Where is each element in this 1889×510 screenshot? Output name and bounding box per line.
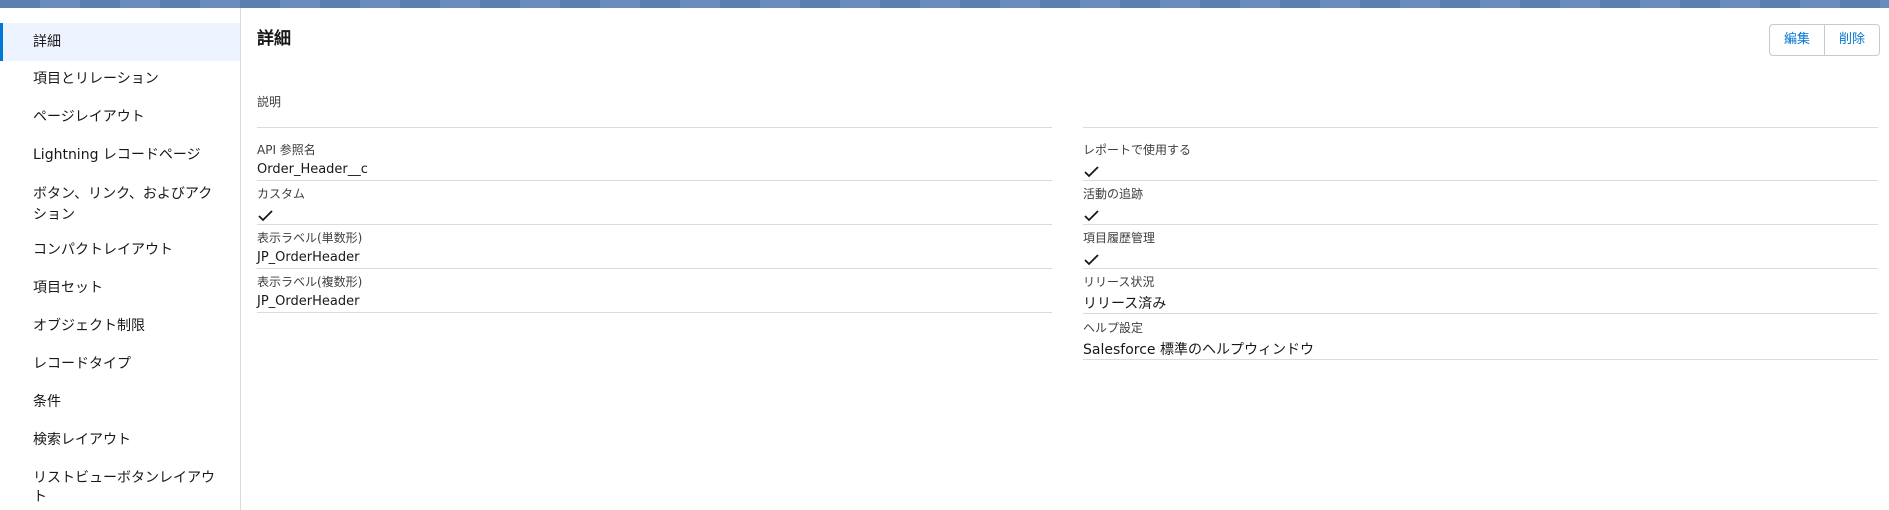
divider <box>1083 268 1878 269</box>
sidebar-item-field-sets[interactable]: 項目セット <box>0 279 240 298</box>
divider <box>257 268 1052 269</box>
header-band <box>0 0 1889 8</box>
divider <box>1083 313 1878 314</box>
label-plural-value: JP_OrderHeader <box>257 294 360 309</box>
sidebar-item-label: レコードタイプ <box>33 356 131 372</box>
sidebar-item-lightning-record-pages[interactable]: Lightning レコードページ <box>0 146 240 165</box>
description-label: 説明 <box>257 95 282 109</box>
divider <box>257 224 1052 225</box>
divider <box>257 312 1052 313</box>
divider <box>1083 180 1878 181</box>
label-plural-label: 表示ラベル(複数形) <box>257 275 363 289</box>
delete-button[interactable]: 削除 <box>1823 25 1879 55</box>
checkmark-icon <box>1084 166 1099 178</box>
divider <box>257 127 1052 128</box>
sidebar-item-conditions[interactable]: 条件 <box>0 393 240 412</box>
sidebar-item-list-view-button-layout[interactable]: リストビューボタンレイアウト <box>0 469 240 507</box>
checkmark-icon <box>1084 254 1099 266</box>
divider <box>1083 359 1878 360</box>
sidebar-item-label: リストビューボタンレイアウト <box>33 470 215 505</box>
help-settings-label: ヘルプ設定 <box>1083 321 1144 335</box>
sidebar-item-label: 項目セット <box>33 280 103 296</box>
track-activities-label: 活動の追跡 <box>1083 187 1144 201</box>
api-name-label: API 参照名 <box>257 143 316 157</box>
field-history-label: 項目履歴管理 <box>1083 231 1156 245</box>
details-panel: 詳細 編集 削除 説明 API 参照名 Order_Header__c カスタム… <box>241 8 1889 510</box>
sidebar-item-compact-layouts[interactable]: コンパクトレイアウト <box>0 241 240 260</box>
allow-reports-label: レポートで使用する <box>1083 143 1192 157</box>
sidebar-item-label: 詳細 <box>33 34 61 50</box>
help-settings-value: Salesforce 標準のヘルプウィンドウ <box>1083 342 1314 358</box>
sidebar-item-label: ボタン、リンク、およびアクション <box>33 186 213 223</box>
sidebar-item-label: Lightning レコードページ <box>33 147 201 163</box>
sidebar-item-fields-relationships[interactable]: 項目とリレーション <box>0 70 240 89</box>
divider <box>1083 127 1878 128</box>
deployment-status-value: リリース済み <box>1083 296 1167 312</box>
sidebar-item-page-layouts[interactable]: ページレイアウト <box>0 108 240 127</box>
checkmark-icon <box>258 210 273 222</box>
sidebar-item-label: 項目とリレーション <box>33 71 159 87</box>
divider <box>257 180 1052 181</box>
sidebar-item-record-types[interactable]: レコードタイプ <box>0 355 240 374</box>
sidebar-item-label: 条件 <box>33 394 61 410</box>
checkmark-icon <box>1084 210 1099 222</box>
object-manager-sidebar: 詳細 項目とリレーション ページレイアウト Lightning レコードページ … <box>0 8 241 510</box>
custom-label: カスタム <box>257 187 306 201</box>
sidebar-item-buttons-links-actions[interactable]: ボタン、リンク、およびアクション <box>0 184 240 226</box>
sidebar-item-label: 検索レイアウト <box>33 432 131 448</box>
divider <box>1083 224 1878 225</box>
sidebar-item-search-layouts[interactable]: 検索レイアウト <box>0 431 240 450</box>
action-button-group: 編集 削除 <box>1768 24 1880 56</box>
label-singular-label: 表示ラベル(単数形) <box>257 231 363 245</box>
sidebar-item-object-limits[interactable]: オブジェクト制限 <box>0 317 240 336</box>
deployment-status-label: リリース状況 <box>1083 275 1155 289</box>
sidebar-item-details[interactable]: 詳細 <box>0 23 240 61</box>
sidebar-item-label: オブジェクト制限 <box>33 318 145 334</box>
page-title: 詳細 <box>257 29 291 49</box>
api-name-value: Order_Header__c <box>257 162 368 177</box>
setup-frame: 詳細 項目とリレーション ページレイアウト Lightning レコードページ … <box>0 8 1889 510</box>
sidebar-item-label: ページレイアウト <box>33 109 145 125</box>
edit-button[interactable]: 編集 <box>1770 25 1824 55</box>
sidebar-item-label: コンパクトレイアウト <box>33 242 173 258</box>
label-singular-value: JP_OrderHeader <box>257 250 360 265</box>
